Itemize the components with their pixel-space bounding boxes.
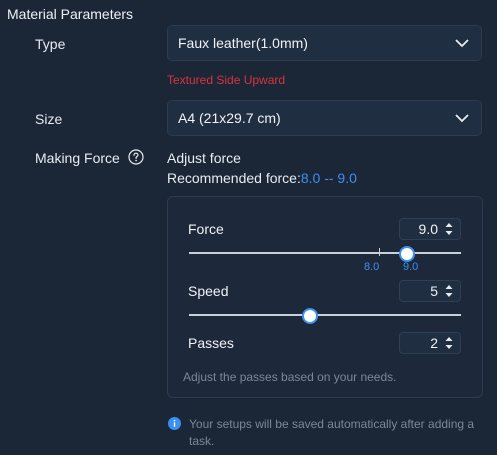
spin-arrows-icon[interactable] [445,336,453,350]
speed-label: Speed [188,283,229,299]
texture-warning: Textured Side Upward [167,73,286,87]
chevron-down-icon [455,114,469,123]
force-marker-high-label: 9.0 [403,261,419,273]
passes-value: 2 [430,335,438,351]
spin-arrows-icon[interactable] [445,284,453,298]
speed-slider-thumb[interactable] [302,308,318,324]
recommended-prefix: Recommended force: [167,170,301,186]
type-select-value: Faux leather(1.0mm) [178,35,308,51]
force-label: Force [188,221,224,237]
spin-arrows-icon[interactable] [445,222,453,236]
force-marker-low-tick [379,248,380,256]
size-label: Size [35,111,63,127]
size-select-value: A4 (21x29.7 cm) [178,110,281,126]
speed-value: 5 [430,283,438,299]
force-value: 9.0 [418,221,438,237]
speed-slider-track[interactable] [189,314,461,316]
type-label: Type [35,36,66,52]
passes-label: Passes [188,335,234,351]
chevron-down-icon [455,39,469,48]
passes-stepper[interactable]: 2 [399,332,461,354]
force-slider-track[interactable] [189,252,461,254]
info-circle-icon [168,417,181,430]
recommended-force: Recommended force:8.0 -- 9.0 [167,170,357,186]
section-title: Material Parameters [7,6,134,22]
passes-hint: Adjust the passes based on your needs. [183,370,397,384]
force-marker-low-label: 8.0 [364,261,380,273]
question-circle-icon[interactable] [128,149,144,165]
type-select[interactable]: Faux leather(1.0mm) [167,25,482,61]
speed-stepper[interactable]: 5 [399,280,461,302]
force-stepper[interactable]: 9.0 [399,218,461,240]
size-select[interactable]: A4 (21x29.7 cm) [167,100,482,136]
adjust-force-text: Adjust force [167,150,241,166]
recommended-range: 8.0 -- 9.0 [300,170,357,186]
making-force-label: Making Force [35,150,120,166]
force-slider-thumb[interactable] [399,246,415,262]
autosave-note: Your setups will be saved automatically … [189,417,475,448]
